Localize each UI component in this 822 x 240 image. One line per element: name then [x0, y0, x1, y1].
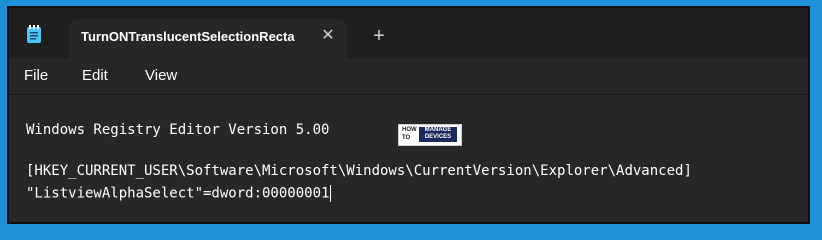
watermark-text-devices: DEVICES: [424, 134, 452, 140]
title-bar: TurnONTranslucentSelectionRecta ✕ +: [9, 8, 808, 58]
close-icon[interactable]: ✕: [317, 25, 339, 47]
notepad-window: TurnONTranslucentSelectionRecta ✕ + File…: [7, 6, 810, 224]
tab-title: TurnONTranslucentSelectionRecta: [81, 29, 295, 44]
text-editor[interactable]: Windows Registry Editor Version 5.00 HOW…: [9, 94, 808, 222]
watermark-text-manage: MANAGE: [424, 127, 452, 133]
text-caret: [330, 185, 332, 202]
watermark-logo: HOW TO MANAGE DEVICES: [398, 124, 462, 146]
menu-bar: File Edit View: [9, 60, 808, 92]
menu-view[interactable]: View: [145, 67, 177, 84]
editor-line-3-wrapper: "ListviewAlphaSelect"=dword:00000001: [26, 185, 332, 202]
watermark-text-to: TO: [402, 135, 411, 141]
tab-document[interactable]: TurnONTranslucentSelectionRecta ✕: [69, 19, 347, 58]
editor-line-1: Windows Registry Editor Version 5.00: [26, 122, 330, 138]
notepad-icon: [27, 25, 41, 43]
menu-file[interactable]: File: [24, 67, 48, 84]
editor-line-3: "ListviewAlphaSelect"=dword:00000001: [26, 185, 330, 202]
editor-line-2: [HKEY_CURRENT_USER\Software\Microsoft\Wi…: [26, 163, 692, 179]
menu-edit[interactable]: Edit: [82, 67, 108, 84]
new-tab-button[interactable]: +: [367, 24, 391, 48]
watermark-text-how: HOW: [402, 127, 417, 133]
